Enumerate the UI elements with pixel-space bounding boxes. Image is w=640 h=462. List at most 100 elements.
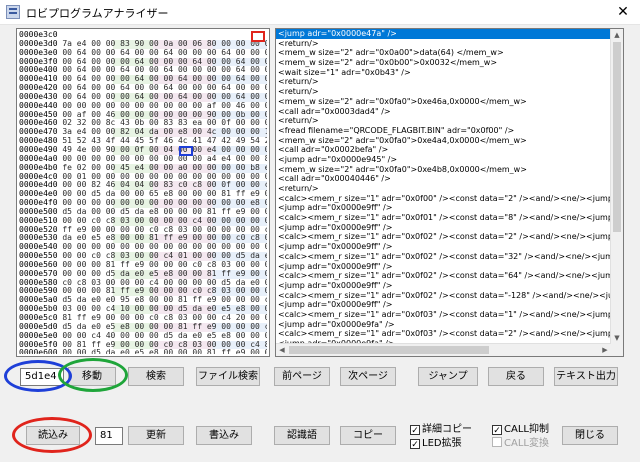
next-page-button[interactable]: 次ページ [340, 367, 396, 386]
hex-row-address: 0000e4b0 [19, 162, 58, 172]
xml-line[interactable]: <calc><mem_r size="1" adr="0x0f02" /><co… [276, 271, 611, 281]
xml-line[interactable]: <jump adr="0x0000e9fa" /> [276, 320, 611, 330]
scroll-down-arrow-icon[interactable]: ▼ [611, 332, 623, 344]
xml-line[interactable]: <jump adr="0x0000e9ff" /> [276, 262, 611, 272]
hex-row-bytes: 00 00 00 81 ff e9 00 00 00 c0 c8 03 00 0… [62, 286, 267, 296]
title-bar: ロビプログラムアナライザー ✕ [0, 0, 640, 25]
hex-row-bytes: 7a e4 00 00 83 90 00 0a 00 06 80 00 00 0… [62, 38, 267, 48]
hex-row-address: 0000e460 [19, 118, 58, 128]
xml-line[interactable]: <jump adr="0x0000e945" /> [276, 155, 611, 165]
xml-line[interactable]: <call adr="0x00040446" /> [276, 174, 611, 184]
app-icon [6, 5, 20, 19]
hex-row-bytes: 00 00 c0 c8 03 00 00 00 00 c4 00 00 00 0… [62, 215, 267, 225]
window-title: ロビプログラムアナライザー [26, 7, 169, 20]
hex-row-address: 0000e540 [19, 242, 58, 252]
xml-line[interactable]: <jump adr="0x0000e9ff" /> [276, 203, 611, 213]
hex-row-bytes: 00 00 00 d5 da e0 e5 e8 00 00 81 ff e9 0… [62, 268, 267, 278]
xml-line[interactable]: <calc><mem_r size="1" adr="0x0f02" /><co… [276, 291, 611, 301]
xml-line[interactable]: <mem_w size="2" adr="0x0fa0">0xe4b8,0x00… [276, 165, 611, 175]
xml-line[interactable]: <return/> [276, 39, 611, 49]
back-button[interactable]: 戻る [488, 367, 544, 386]
xml-line[interactable]: <call adr="0x0002befa" /> [276, 145, 611, 155]
highlight-marker-blue [179, 146, 193, 156]
hex-row-bytes: 00 64 00 00 00 64 00 00 64 00 00 00 64 0… [62, 74, 267, 84]
hex-row-bytes: 81 ff e9 00 00 00 c0 c8 03 00 00 c4 20 0… [62, 313, 267, 322]
horizontal-scrollbar[interactable]: ◀ ▶ [276, 343, 611, 356]
xml-line[interactable]: <return/> [276, 116, 611, 126]
hex-row-bytes: 00 81 ff e9 00 00 00 c0 c8 03 00 00 00 c… [62, 339, 267, 349]
hex-row-address: 0000e5c0 [19, 313, 58, 322]
scroll-corner [611, 344, 623, 356]
hex-dump-pane[interactable]: 0000e3c0 81 0000e3d0 7a e4 00 00 83 90 00… [16, 28, 270, 357]
xml-command-list[interactable]: <jump adr="0x0000e47a" /> <return/> <mem_w… [276, 29, 611, 344]
hex-row-address: 0000e480 [19, 136, 58, 146]
hex-row-address: 0000e500 [19, 206, 58, 216]
xml-line[interactable]: <mem_w size="2" adr="0x0fa0">0xe46a,0x00… [276, 97, 611, 107]
text-output-button[interactable]: テキスト出力 [554, 367, 618, 386]
hex-row-address: 0000e530 [19, 233, 58, 243]
xml-line[interactable]: <return/> [276, 77, 611, 87]
hex-dump-list[interactable]: 0000e3c0 81 0000e3d0 7a e4 00 00 83 90 00… [19, 31, 267, 354]
hex-row-bytes: 00 af 00 46 00 00 00 00 00 00 90 00 0b 0… [62, 109, 267, 119]
scroll-left-arrow-icon[interactable]: ◀ [276, 344, 288, 356]
xml-line[interactable]: <return/> [276, 184, 611, 194]
hex-row-address: 0000e590 [19, 286, 58, 296]
led-expand-label: LED拡張 [422, 438, 462, 449]
hex-row-address: 0000e5f0 [19, 339, 58, 349]
xml-line[interactable]: <wait size="1" adr="0x0b43" /> [276, 68, 611, 78]
hex-row-bytes: 00 64 00 00 64 00 00 64 00 00 00 64 00 0… [62, 83, 267, 93]
address-input[interactable]: 5d1e4 [20, 368, 64, 386]
xml-line[interactable]: <mem_w size="2" adr="0x0fa0">0xe4a4,0x00… [276, 136, 611, 146]
xml-line[interactable]: <calc><mem_r size="1" adr="0x0f02" /><co… [276, 252, 611, 262]
detail-copy-checkbox[interactable]: ✓ 詳細コピー [410, 423, 472, 436]
xml-line[interactable]: <call adr="0x0003dad4" /> [276, 107, 611, 117]
xml-line[interactable]: <jump adr="0x0000e47a" /> [276, 29, 611, 39]
hex-row-address: 0000e450 [19, 109, 58, 119]
scroll-right-arrow-icon[interactable]: ▶ [599, 344, 611, 356]
xml-line[interactable]: <mem_w size="2" adr="0x0a00">data(64) </… [276, 48, 611, 58]
hex-row[interactable]: 0000e600 00 00 d5 da e0 e5 e8 00 00 00 8… [19, 348, 267, 354]
xml-line[interactable]: <calc><mem_r size="1" adr="0x0f02" /><co… [276, 232, 611, 242]
hex-row-bytes: 00 00 00 81 ff e9 00 00 00 c0 c8 03 00 0… [62, 259, 267, 269]
move-button[interactable]: 移動 [68, 367, 116, 386]
byte-value-input[interactable]: 81 [95, 427, 123, 445]
vertical-scroll-thumb[interactable] [613, 42, 621, 232]
xml-line[interactable]: <fread filename="QRCODE_FLAGBIT.BIN" adr… [276, 126, 611, 136]
xml-line[interactable]: <calc><mem_r size="1" adr="0x0f03" /><co… [276, 310, 611, 320]
hex-row-address: 0000e4c0 [19, 171, 58, 181]
scroll-up-arrow-icon[interactable]: ▲ [611, 29, 623, 41]
xml-view-pane[interactable]: <jump adr="0x0000e47a" /> <return/> <mem_w… [275, 28, 624, 357]
hex-row-address: 0000e420 [19, 83, 58, 93]
xml-line[interactable]: <calc><mem_r size="1" adr="0x0f01" /><co… [276, 213, 611, 223]
xml-line[interactable]: <jump adr="0x0000e9ff" /> [276, 223, 611, 233]
vertical-scrollbar[interactable]: ▲ ▼ [610, 29, 623, 344]
call-suppress-checkbox[interactable]: ✓ CALL抑制 [492, 423, 549, 436]
file-search-button[interactable]: ファイル検索 [196, 367, 260, 386]
recognize-button[interactable]: 認識語 [274, 426, 330, 445]
close-button[interactable]: 閉じる [562, 426, 618, 445]
hex-row-bytes: 00 00 00 00 00 00 00 00 00 00 a4 e4 00 0… [62, 153, 267, 163]
search-button[interactable]: 検索 [128, 367, 184, 386]
xml-line[interactable]: <calc><mem_r size="1" adr="0x0f00" /><co… [276, 194, 611, 204]
xml-line[interactable]: <calc><mem_r size="1" adr="0x0f03" /><co… [276, 329, 611, 339]
write-button[interactable]: 書込み [196, 426, 252, 445]
led-expand-checkbox[interactable]: ✓ LED拡張 [410, 437, 462, 450]
xml-line[interactable]: <jump adr="0x0000e9ff" /> [276, 281, 611, 291]
load-button[interactable]: 読込み [26, 426, 80, 445]
xml-line[interactable]: <return/> [276, 87, 611, 97]
horizontal-scroll-thumb[interactable] [289, 346, 489, 354]
xml-line[interactable]: <jump adr="0x0000e9ff" /> [276, 242, 611, 252]
hex-row-bytes: 49 4e 00 90 00 0f 00 04 00 00 e4 00 00 0… [62, 144, 267, 154]
jump-button[interactable]: ジャンプ [418, 367, 478, 386]
call-convert-checkbox: CALL変換 [492, 437, 549, 450]
copy-button[interactable]: コピー [340, 426, 396, 445]
hex-row-address: 0000e470 [19, 127, 58, 137]
prev-page-button[interactable]: 前ページ [274, 367, 330, 386]
update-button[interactable]: 更新 [128, 426, 184, 445]
hex-row-bytes: 81 [62, 31, 267, 39]
xml-line[interactable]: <jump adr="0x0000e9ff" /> [276, 300, 611, 310]
hex-row-bytes: 51 52 43 4f 44 45 5f 46 4c 41 47 42 49 5… [62, 136, 267, 146]
xml-line[interactable]: <mem_w size="2" adr="0x0b00">0x0032</mem… [276, 58, 611, 68]
hex-row-address: 0000e600 [19, 348, 58, 354]
close-window-button[interactable]: ✕ [606, 0, 640, 24]
